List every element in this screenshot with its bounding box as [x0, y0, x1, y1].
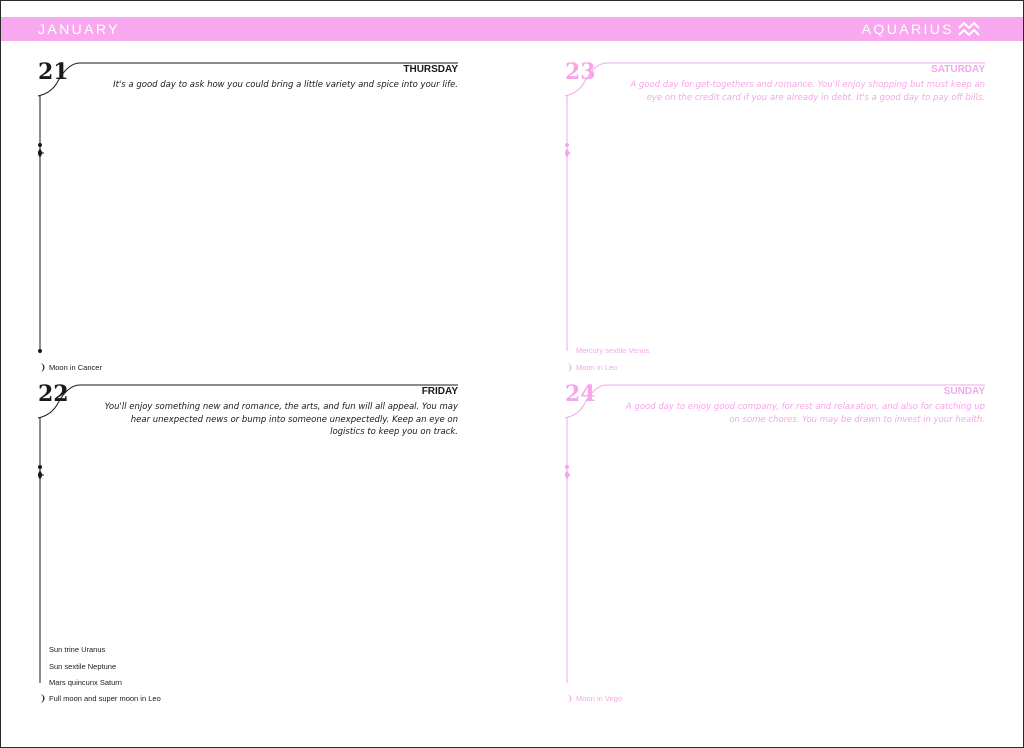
aspect-line: Mercury sextile Venus: [576, 346, 650, 355]
moon-sign: Moon in Virgo: [576, 694, 623, 703]
weekday-label: SUNDAY: [943, 386, 985, 397]
moon-crescent-icon: [40, 363, 45, 372]
day-number: 21: [38, 59, 69, 85]
day-entry-21: 21 THURSDAY It's a good day to ask how y…: [38, 61, 458, 376]
weekday-label: FRIDAY: [421, 386, 458, 397]
day-frame: [565, 384, 985, 683]
month-label: JANUARY: [38, 21, 120, 37]
aspect-line: Sun sextile Neptune: [49, 662, 117, 671]
moon-sign: Moon in Leo: [576, 363, 618, 372]
day-frame: [38, 62, 458, 353]
moon-crescent-icon: [567, 694, 572, 703]
aquarius-glyph-icon: [958, 21, 980, 37]
daily-forecast: You'll enjoy something new and romance, …: [104, 402, 458, 437]
moon-sign: Moon in Cancer: [49, 363, 102, 372]
weekday-label: SATURDAY: [931, 64, 985, 75]
day-number: 23: [565, 59, 596, 85]
daily-forecast: It's a good day to ask how you could bri…: [113, 80, 458, 90]
day-entry-22: 22 FRIDAY You'll enjoy something new and…: [38, 383, 458, 703]
zodiac-sign-label: AQUARIUS: [861, 21, 954, 37]
weekday-label: THURSDAY: [403, 64, 458, 75]
aspect-line: Sun trine Uranus: [49, 645, 106, 654]
day-number: 22: [38, 381, 69, 407]
moon-crescent-icon: [567, 363, 572, 372]
day-entry-23: 23 SATURDAY A good day for get-togethers…: [565, 61, 985, 376]
moon-crescent-icon: [40, 694, 45, 703]
day-frame: [565, 62, 985, 351]
daily-forecast: A good day to enjoy good company, for re…: [625, 402, 985, 425]
day-entry-24: 24 SUNDAY A good day to enjoy good compa…: [565, 383, 985, 703]
daily-forecast: A good day for get-togethers and romance…: [630, 80, 985, 103]
moon-sign: Full moon and super moon in Leo: [49, 694, 161, 703]
day-number: 24: [565, 381, 596, 407]
aspect-line: Mars quincunx Saturn: [49, 678, 122, 687]
